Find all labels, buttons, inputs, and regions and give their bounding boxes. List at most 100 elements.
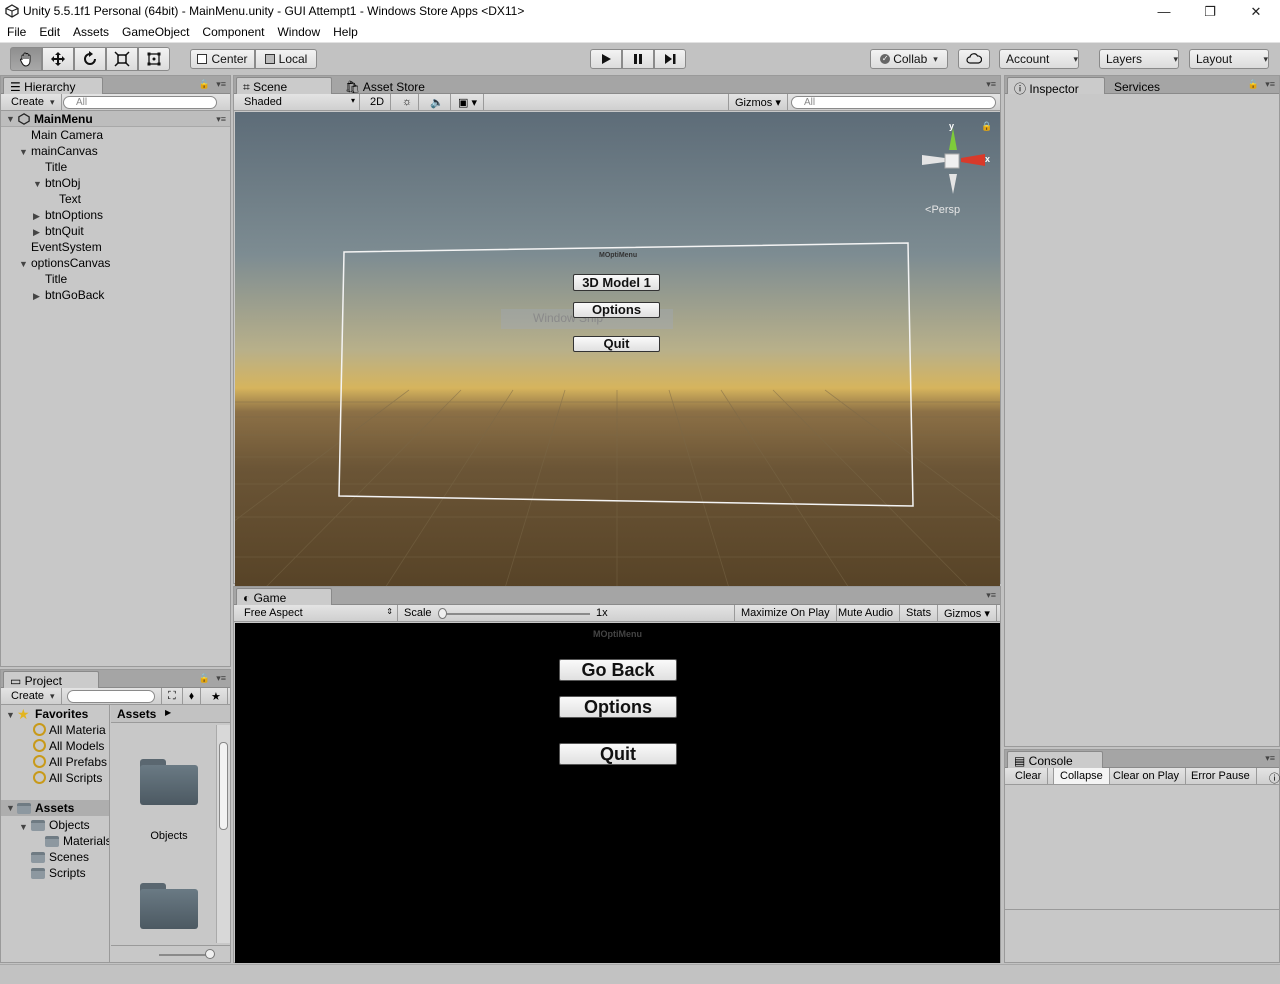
scene-3d-model-button[interactable]: 3D Model 1 — [573, 274, 660, 291]
audio-toggle[interactable]: 🔈 — [424, 94, 451, 110]
icon-size-slider-track[interactable] — [159, 954, 211, 956]
hierarchy-item-main-canvas[interactable]: mainCanvas — [31, 144, 98, 158]
orientation-gizmo[interactable] — [919, 122, 995, 202]
scene-panel-menu-icon[interactable]: ▾≡ — [986, 79, 996, 90]
layers-dropdown[interactable]: Layers — [1099, 49, 1179, 69]
folder-icon[interactable] — [140, 759, 198, 805]
project-search-input[interactable] — [67, 690, 155, 703]
favorites-label[interactable]: Favorites — [35, 707, 88, 721]
stats-toggle[interactable]: Stats — [900, 605, 939, 621]
tab-console[interactable]: ▤ Console — [1007, 751, 1103, 768]
game-panel-menu-icon[interactable]: ▾≡ — [986, 590, 996, 601]
hand-tool-button[interactable] — [10, 47, 42, 71]
maximize-button[interactable]: ❐ — [1187, 0, 1233, 23]
hierarchy-item-btnquit[interactable]: btnQuit — [45, 224, 84, 238]
game-gizmos-dropdown[interactable]: Gizmos ▾ — [938, 605, 997, 621]
project-lock-icon[interactable]: 🔒 — [199, 673, 210, 684]
scene-expand-icon[interactable]: ▼ — [6, 114, 15, 124]
expand-main-canvas-icon[interactable]: ▼ — [19, 147, 28, 157]
tree-item-objects[interactable]: Objects — [49, 818, 90, 832]
hierarchy-item-options-title[interactable]: Title — [45, 272, 67, 286]
fav-all-scripts[interactable]: All Scripts — [49, 771, 102, 785]
project-scrollbar[interactable] — [216, 725, 230, 943]
folder-icon[interactable] — [140, 883, 198, 929]
expand-btnquit-icon[interactable]: ▶ — [33, 227, 40, 238]
lock-icon[interactable]: 🔒 — [199, 79, 210, 90]
hierarchy-item-text[interactable]: Text — [59, 192, 81, 206]
hierarchy-item-title[interactable]: Title — [45, 160, 67, 174]
hierarchy-item-options-canvas[interactable]: optionsCanvas — [31, 256, 110, 270]
filter-by-type-icon[interactable]: ⛶ — [161, 688, 183, 704]
layout-dropdown[interactable]: Layout — [1189, 49, 1269, 69]
tab-scene[interactable]: ⌗ Scene — [236, 77, 332, 94]
effects-dropdown[interactable]: ▣ ▾ — [452, 94, 484, 110]
console-collapse-toggle[interactable]: Collapse — [1053, 768, 1110, 784]
assets-root-row[interactable]: ▼ Assets — [1, 800, 109, 816]
expand-btnoptions-icon[interactable]: ▶ — [33, 211, 40, 222]
assets-expand-icon[interactable]: ▼ — [6, 803, 15, 813]
hierarchy-item-eventsystem[interactable]: EventSystem — [31, 240, 102, 254]
breadcrumb-assets[interactable]: Assets — [117, 707, 156, 721]
panel-menu-icon[interactable]: ▾≡ — [216, 79, 226, 90]
icon-size-slider-handle[interactable] — [205, 949, 215, 959]
tab-asset-store[interactable]: 🛍 Asset Store — [338, 77, 438, 94]
favorites-star-icon[interactable]: ★ — [205, 688, 228, 704]
hierarchy-item-btnoptions[interactable]: btnOptions — [45, 208, 103, 222]
menu-edit[interactable]: Edit — [32, 23, 66, 42]
scene-quit-button[interactable]: Quit — [573, 336, 660, 352]
hierarchy-create-dropdown[interactable]: Create — [5, 94, 62, 110]
hierarchy-item-btnobj[interactable]: btnObj — [45, 176, 80, 190]
pause-button[interactable] — [622, 49, 654, 69]
pivot-center-button[interactable]: Center — [190, 49, 255, 69]
tree-item-materials[interactable]: Materials — [63, 834, 109, 848]
pivot-local-button[interactable]: Local — [255, 49, 317, 69]
menu-assets[interactable]: Assets — [66, 23, 115, 42]
tab-game[interactable]: ◐ Game — [236, 588, 332, 605]
mute-audio-toggle[interactable]: Mute Audio — [832, 605, 901, 621]
expand-options-canvas-icon[interactable]: ▼ — [19, 259, 28, 269]
inspector-lock-icon[interactable]: 🔒 — [1248, 79, 1259, 90]
maximize-on-play-toggle[interactable]: Maximize On Play — [734, 605, 837, 621]
minimize-button[interactable]: — — [1141, 0, 1187, 23]
fav-all-models[interactable]: All Models — [49, 739, 104, 753]
hierarchy-item-main-camera[interactable]: Main Camera — [31, 128, 103, 142]
step-button[interactable] — [654, 49, 686, 69]
inspector-menu-icon[interactable]: ▾≡ — [1265, 79, 1275, 90]
scale-tool-button[interactable] — [106, 47, 138, 71]
shading-mode-dropdown[interactable]: Shaded ▾ — [238, 94, 360, 110]
hierarchy-search-input[interactable]: All — [63, 96, 217, 109]
menu-window[interactable]: Window — [270, 23, 326, 42]
scene-search-input[interactable]: All — [791, 96, 996, 109]
scale-slider-track[interactable] — [440, 613, 590, 615]
project-scrollbar-thumb[interactable] — [219, 742, 228, 830]
tab-inspector[interactable]: ⓘ Inspector — [1007, 77, 1105, 96]
tab-hierarchy[interactable]: ☰ Hierarchy — [3, 77, 103, 94]
scene-gizmos-dropdown[interactable]: Gizmos ▾ — [728, 94, 788, 110]
project-menu-icon[interactable]: ▾≡ — [216, 673, 226, 684]
menu-gameobject[interactable]: GameObject — [115, 23, 195, 42]
game-quit-button[interactable]: Quit — [559, 743, 677, 765]
scale-slider-handle[interactable] — [438, 608, 447, 619]
mode-2d-toggle[interactable]: 2D — [364, 94, 392, 110]
console-clear-on-play-toggle[interactable]: Clear on Play — [1107, 768, 1187, 784]
tree-item-scenes[interactable]: Scenes — [49, 850, 89, 864]
rect-tool-button[interactable] — [138, 47, 170, 71]
scene-header-row[interactable]: ▼ MainMenu ▾≡ — [1, 111, 230, 127]
close-button[interactable]: ✕ — [1233, 0, 1279, 23]
filter-by-label-icon[interactable]: ⬧ — [183, 688, 201, 704]
favorites-expand-icon[interactable]: ▼ — [6, 710, 15, 720]
fav-all-prefabs[interactable]: All Prefabs — [49, 755, 107, 769]
hierarchy-item-btngoback[interactable]: btnGoBack — [45, 288, 104, 302]
perspective-toggle[interactable]: <Persp — [925, 204, 960, 216]
scene-options-button[interactable]: Options — [573, 302, 660, 318]
tree-item-scripts[interactable]: Scripts — [49, 866, 86, 880]
scene-viewport[interactable]: MOptiMenu Window Ship 3D Model 1 Options… — [235, 112, 1000, 588]
objects-expand-icon[interactable]: ▼ — [19, 822, 28, 832]
tab-project[interactable]: ▭ Project — [3, 671, 99, 688]
expand-btnobj-icon[interactable]: ▼ — [33, 179, 42, 189]
expand-btngoback-icon[interactable]: ▶ — [33, 291, 40, 302]
collab-dropdown[interactable]: ✓ Collab — [870, 49, 948, 69]
menu-component[interactable]: Component — [195, 23, 270, 42]
go-back-button[interactable]: Go Back — [559, 659, 677, 681]
game-viewport[interactable]: MOptiMenu Go Back Options Quit — [235, 623, 1000, 963]
